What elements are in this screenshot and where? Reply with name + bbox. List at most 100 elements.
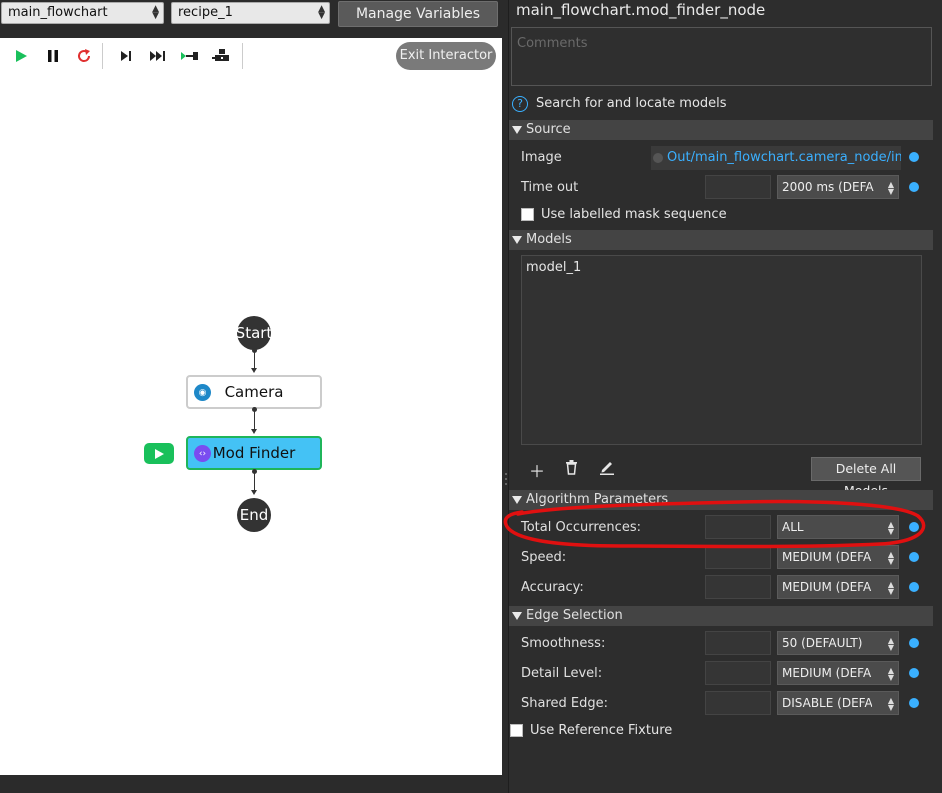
help-icon[interactable]: ?: [512, 96, 528, 112]
detail-level-dropdown[interactable]: MEDIUM (DEFAULT) ▲▼: [777, 661, 899, 685]
flowchart-select[interactable]: main_flowchart ▲ ▼: [1, 2, 164, 24]
accuracy-value: MEDIUM (DEFAULT): [782, 580, 872, 594]
current-node-indicator: [144, 443, 174, 464]
up-down-arrows-icon: ▲ ▼: [887, 696, 894, 712]
mask-sequence-label: Use labelled mask sequence: [541, 207, 727, 222]
up-down-arrows-icon: ▲ ▼: [887, 180, 894, 196]
step-forward-icon: [121, 51, 131, 61]
shared-edge-input[interactable]: [705, 691, 771, 715]
connector-line: [254, 410, 255, 430]
debug-node-button[interactable]: [211, 45, 233, 67]
node-debug-icon: [212, 49, 229, 61]
collapse-triangle-icon: [512, 126, 522, 134]
camera-node[interactable]: ◉ Camera: [186, 375, 322, 409]
accuracy-input[interactable]: [705, 575, 771, 599]
list-item[interactable]: model_1: [526, 260, 917, 275]
link-circle-icon: [653, 153, 663, 163]
edge-section-header[interactable]: Edge Selection: [509, 606, 933, 626]
accuracy-label: Accuracy:: [521, 580, 584, 595]
red-annotation-ellipse: [503, 499, 926, 549]
smoothness-value: 50 (DEFAULT): [782, 636, 863, 650]
mask-sequence-checkbox[interactable]: [521, 208, 534, 221]
fast-forward-icon: [150, 51, 165, 61]
collapse-triangle-icon: [512, 236, 522, 244]
edit-model-button[interactable]: [599, 459, 615, 479]
up-down-arrows-icon: ▲ ▼: [887, 550, 894, 566]
plus-icon: ＋: [529, 462, 546, 481]
connector-line: [254, 471, 255, 491]
pause-icon: [48, 50, 58, 62]
mod-finder-node-label: Mod Finder: [212, 444, 296, 462]
timeout-connection-dot-icon[interactable]: [909, 182, 919, 192]
splitter-handle-icon[interactable]: [504, 470, 508, 490]
pause-button[interactable]: [42, 45, 64, 67]
camera-node-label: Camera: [224, 383, 284, 401]
models-section-label: Models: [526, 232, 572, 247]
run-to-node-button[interactable]: [179, 45, 201, 67]
speed-value: MEDIUM (DEFAULT): [782, 550, 872, 564]
accuracy-dropdown[interactable]: MEDIUM (DEFAULT) ▲▼: [777, 575, 899, 599]
shared-edge-value: DISABLE (DEFAULT): [782, 696, 872, 710]
detail-level-label: Detail Level:: [521, 666, 603, 681]
smoothness-connection-dot-icon[interactable]: [909, 638, 919, 648]
step-button[interactable]: [115, 45, 137, 67]
detail-level-input[interactable]: [705, 661, 771, 685]
run-button[interactable]: [10, 45, 32, 67]
image-label: Image: [521, 150, 562, 165]
comments-placeholder: Comments: [517, 36, 588, 51]
edge-section-label: Edge Selection: [526, 608, 623, 623]
delete-model-button[interactable]: [565, 460, 578, 479]
shared-edge-dropdown[interactable]: DISABLE (DEFAULT) ▲▼: [777, 691, 899, 715]
models-section-header[interactable]: Models: [509, 230, 933, 250]
end-node-label: End: [239, 506, 269, 524]
manage-variables-button[interactable]: Manage Variables: [338, 1, 498, 27]
source-section-header[interactable]: Source: [509, 120, 933, 140]
fast-forward-button[interactable]: [147, 45, 169, 67]
exit-interactor-button[interactable]: Exit Interactor: [396, 42, 496, 70]
reference-fixture-label: Use Reference Fixture: [530, 723, 673, 738]
run-toolbar: [6, 40, 246, 70]
recipe-select[interactable]: recipe_1 ▲ ▼: [171, 2, 330, 24]
play-icon: [155, 448, 164, 459]
image-source-value: Out/main_flowchart.camera_node/image: [667, 150, 901, 165]
image-connection-dot-icon[interactable]: [909, 152, 919, 162]
speed-label: Speed:: [521, 550, 567, 565]
toolbar-separator: [242, 43, 243, 69]
connector-arrow-icon: [251, 368, 257, 373]
smoothness-label: Smoothness:: [521, 636, 606, 651]
models-list[interactable]: model_1: [521, 255, 922, 445]
reset-button[interactable]: [73, 45, 95, 67]
up-down-arrows-icon: ▲ ▼: [318, 4, 325, 21]
start-node[interactable]: Start: [235, 316, 273, 350]
recipe-select-value: recipe_1: [178, 5, 233, 20]
accuracy-connection-dot-icon[interactable]: [909, 582, 919, 592]
detail-level-connection-dot-icon[interactable]: [909, 668, 919, 678]
comments-textarea[interactable]: Comments: [511, 27, 932, 86]
connector-arrow-icon: [251, 429, 257, 434]
timeout-dropdown[interactable]: 2000 ms (DEFAULT) ▲▼: [777, 175, 899, 199]
start-node-label: Start: [235, 324, 273, 342]
timeout-input[interactable]: [705, 175, 771, 199]
add-model-button[interactable]: ＋: [529, 458, 545, 482]
run-to-node-icon: [181, 52, 198, 60]
node-description: Search for and locate models: [536, 96, 727, 111]
smoothness-input[interactable]: [705, 631, 771, 655]
up-down-arrows-icon: ▲ ▼: [887, 636, 894, 652]
smoothness-dropdown[interactable]: 50 (DEFAULT) ▲ ▼: [777, 631, 899, 655]
delete-all-models-button[interactable]: Delete All Models: [811, 457, 921, 498]
reference-fixture-checkbox[interactable]: [510, 724, 523, 737]
timeout-label: Time out: [521, 180, 579, 195]
panel-title: main_flowchart.mod_finder_node: [516, 1, 766, 19]
collapse-triangle-icon: [512, 612, 522, 620]
trash-icon: [566, 460, 577, 475]
flowchart-select-value: main_flowchart: [8, 5, 108, 20]
speed-connection-dot-icon[interactable]: [909, 552, 919, 562]
image-source-field[interactable]: Out/main_flowchart.camera_node/image: [651, 146, 901, 170]
end-node[interactable]: End: [237, 498, 271, 532]
shared-edge-label: Shared Edge:: [521, 696, 608, 711]
mod-finder-node[interactable]: ‹› Mod Finder: [186, 436, 322, 470]
play-icon: [16, 50, 27, 62]
toolbar-separator: [102, 43, 103, 69]
pencil-icon: [600, 462, 614, 475]
shared-edge-connection-dot-icon[interactable]: [909, 698, 919, 708]
